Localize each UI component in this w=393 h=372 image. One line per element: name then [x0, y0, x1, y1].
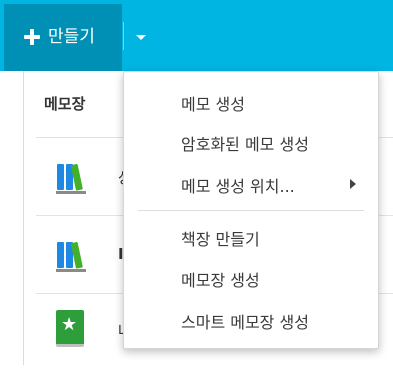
star-notebook-icon: ★ [56, 310, 84, 347]
menu-item-create-notebook[interactable]: 메모장 생성 [124, 258, 378, 296]
submenu-arrow-icon [350, 179, 356, 189]
create-button[interactable]: 만들기 [4, 4, 122, 71]
top-toolbar: 만들기 [0, 0, 393, 71]
list-header: 메모장 [44, 95, 86, 113]
menu-item-create-stack[interactable]: 책장 만들기 [124, 217, 378, 255]
menu-item-label: 스마트 메모장 생성 [181, 313, 309, 332]
create-dropdown-toggle[interactable] [126, 22, 156, 52]
menu-item-label: 암호화된 메모 생성 [181, 135, 309, 154]
toolbar-divider [123, 22, 124, 50]
bookshelf-icon [56, 160, 86, 194]
menu-item-label: 메모 생성 [181, 95, 245, 114]
menu-item-label: 책장 만들기 [181, 230, 260, 249]
menu-item-create-memo-in[interactable]: 메모 생성 위치... [124, 164, 378, 202]
create-dropdown-menu: 메모 생성 암호화된 메모 생성 메모 생성 위치... 책장 만들기 메모장 … [123, 71, 379, 349]
plus-icon [24, 29, 40, 45]
caret-down-icon [136, 35, 146, 40]
menu-item-label: 메모장 생성 [181, 271, 260, 290]
bookshelf-icon [56, 238, 86, 272]
menu-divider [138, 210, 364, 211]
menu-item-create-memo[interactable]: 메모 생성 [124, 82, 378, 120]
menu-item-create-smart-notebook[interactable]: 스마트 메모장 생성 [124, 300, 378, 338]
create-button-label: 만들기 [48, 27, 95, 47]
menu-item-label: 메모 생성 위치... [181, 177, 295, 196]
menu-item-create-encrypted-memo[interactable]: 암호화된 메모 생성 [124, 122, 378, 160]
